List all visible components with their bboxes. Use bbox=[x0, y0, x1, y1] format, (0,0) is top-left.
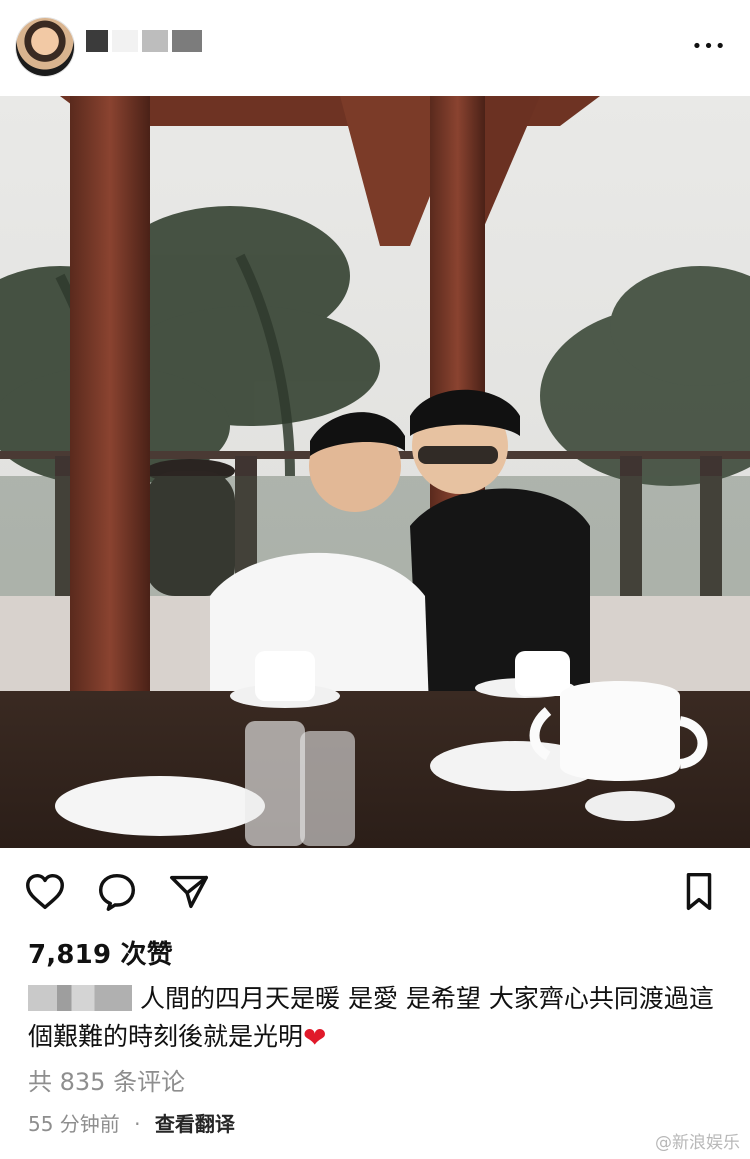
comment-icon bbox=[98, 873, 136, 911]
see-translation-link[interactable]: 查看翻译 bbox=[155, 1112, 235, 1136]
share-button[interactable] bbox=[166, 868, 212, 914]
meta-separator: · bbox=[134, 1112, 141, 1136]
caption-username-redacted[interactable] bbox=[28, 985, 132, 1011]
heart-emoji-icon: ❤ bbox=[303, 1021, 327, 1054]
save-button[interactable] bbox=[676, 868, 722, 914]
post-caption: 人間的四月天是暖 是愛 是希望 大家齊心共同渡過這個艱難的時刻後就是光明❤ bbox=[28, 980, 718, 1057]
username-redacted[interactable] bbox=[86, 30, 202, 52]
more-icon: ••• bbox=[691, 36, 727, 57]
redaction-block bbox=[86, 30, 108, 52]
like-button[interactable] bbox=[22, 868, 68, 914]
avatar[interactable] bbox=[16, 18, 74, 76]
post-time: 55 分钟前 bbox=[28, 1112, 120, 1136]
view-comments-link[interactable]: 共 835 条评论 bbox=[28, 1062, 185, 1097]
send-icon bbox=[170, 875, 208, 909]
post-actions bbox=[0, 868, 750, 916]
heart-icon bbox=[26, 873, 64, 910]
photo-illustration bbox=[0, 96, 750, 848]
redaction-block bbox=[112, 30, 138, 52]
redaction-block bbox=[172, 30, 202, 52]
watermark: @新浪娱乐 bbox=[655, 1133, 740, 1153]
post-meta: 55 分钟前 · 查看翻译 bbox=[28, 1108, 235, 1137]
redaction-block bbox=[142, 30, 168, 52]
post-photo[interactable] bbox=[0, 96, 750, 848]
comment-button[interactable] bbox=[94, 868, 140, 914]
likes-count[interactable]: 7,819 次赞 bbox=[28, 934, 173, 971]
bookmark-icon bbox=[686, 872, 712, 910]
more-options-button[interactable]: ••• bbox=[692, 34, 726, 60]
post-header: ••• bbox=[0, 0, 750, 96]
